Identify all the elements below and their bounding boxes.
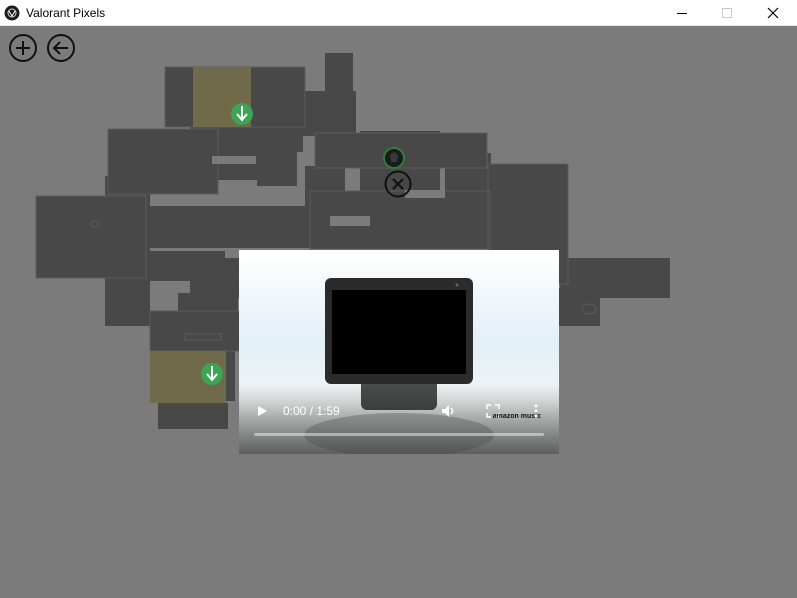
window-titlebar: Valorant Pixels: [0, 0, 797, 26]
video-progress-bar[interactable]: [254, 433, 544, 436]
play-icon[interactable]: [255, 404, 269, 418]
maximize-icon: [722, 8, 732, 18]
video-player[interactable]: 0:00 / 1:59 amazon music: [239, 250, 559, 454]
ability-marker-icon[interactable]: [230, 102, 254, 126]
window-title: Valorant Pixels: [26, 6, 106, 20]
close-icon: [767, 7, 779, 19]
video-controls: 0:00 / 1:59 amazon music: [239, 384, 559, 454]
add-button[interactable]: [9, 34, 37, 62]
back-button[interactable]: [47, 34, 75, 62]
minimize-button[interactable]: [659, 0, 705, 26]
plus-circle-icon: [16, 41, 30, 55]
maximize-button[interactable]: [704, 0, 750, 26]
arrow-left-circle-icon: [52, 41, 68, 55]
map-view[interactable]: 0:00 / 1:59 amazon music: [0, 26, 797, 598]
more-options-icon[interactable]: [533, 404, 539, 418]
close-circle-icon[interactable]: [384, 170, 412, 198]
minimize-icon: [677, 13, 687, 14]
ability-marker-icon[interactable]: [200, 362, 224, 386]
video-time: 0:00 / 1:59: [283, 404, 340, 418]
close-window-button[interactable]: [750, 0, 796, 26]
agent-avatar-icon[interactable]: [382, 146, 406, 170]
volume-icon[interactable]: [441, 404, 457, 418]
valorant-logo-icon: [4, 5, 20, 21]
